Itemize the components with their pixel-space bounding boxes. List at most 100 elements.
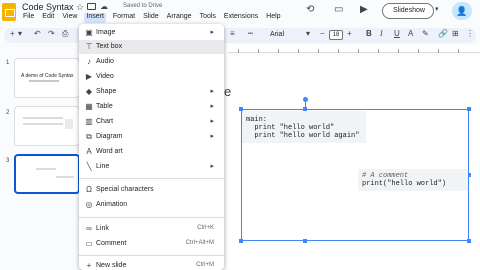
menu-help[interactable]: Help — [265, 13, 281, 23]
animation-icon: ◎ — [85, 200, 93, 209]
link-icon: ∞ — [86, 224, 92, 233]
menu-edit[interactable]: Edit — [41, 13, 55, 23]
menu-view[interactable]: View — [61, 13, 78, 23]
resize-handle[interactable] — [239, 239, 243, 243]
undo-icon[interactable]: ↶ — [34, 29, 41, 38]
decrease-size-icon[interactable]: − — [320, 29, 325, 38]
menu-item-video[interactable]: ▶ Video — [79, 70, 224, 84]
menu-slide[interactable]: Slide — [142, 13, 160, 23]
menu-item-link[interactable]: ∞ Link Ctrl+K — [79, 222, 224, 236]
thumbnail-line — [23, 117, 63, 119]
chevron-down-icon[interactable]: ▾ — [435, 5, 439, 13]
thumbnail-shape — [65, 119, 73, 129]
toolbar: + ▾ ↶ ↷ ⎙ ≡ ┅ Arial ▾ − 18 + B I U A ✎ 🔗… — [4, 28, 476, 43]
star-icon[interactable]: ☆ — [76, 2, 84, 13]
line-dash-icon[interactable]: ┅ — [248, 29, 253, 38]
resize-handle[interactable] — [303, 239, 307, 243]
redo-icon[interactable]: ↷ — [48, 29, 55, 38]
add-comment-icon[interactable]: ⊞ — [452, 29, 459, 38]
omega-icon: Ω — [86, 185, 92, 194]
more-icon[interactable]: ⋮ — [466, 29, 474, 38]
menu-insert[interactable]: Insert — [84, 13, 106, 23]
menu-item-textbox[interactable]: ⊤ Text box — [79, 40, 224, 54]
menubar: File Edit View Insert Format Slide Arran… — [22, 13, 282, 23]
slide-thumbnail[interactable] — [14, 106, 80, 146]
chevron-down-icon[interactable]: ▾ — [18, 29, 22, 38]
thumbnail-line — [23, 123, 63, 125]
video-call-icon[interactable]: ▶ — [360, 4, 368, 15]
print-icon[interactable]: ⎙ — [62, 29, 68, 39]
link-icon[interactable]: 🔗 — [438, 29, 448, 38]
horizontal-ruler[interactable] — [228, 45, 480, 53]
slideshow-button[interactable]: Slideshow — [382, 3, 434, 19]
underline-icon[interactable]: U — [394, 29, 400, 38]
slide-number: 1 — [6, 60, 10, 66]
menu-item-comment[interactable]: ▭ Comment Ctrl+Alt+M — [79, 237, 224, 251]
audio-icon: ♪ — [87, 57, 91, 66]
slide-number: 3 — [6, 158, 10, 164]
diagram-icon: ⧉ — [86, 132, 92, 141]
rotate-handle[interactable] — [303, 97, 308, 102]
slides-app: Code Syntax ☆ ☁ Saved to Drive File Edit… — [0, 0, 480, 270]
resize-handle[interactable] — [467, 239, 471, 243]
menu-item-special-characters[interactable]: Ω Special characters — [79, 183, 224, 197]
chevron-right-icon: ▸ — [210, 88, 214, 95]
menu-item-animation[interactable]: ◎ Animation — [79, 198, 224, 212]
image-icon: ▣ — [85, 28, 93, 37]
shortcut-label: Ctrl+M — [196, 262, 214, 268]
plus-icon: + — [86, 261, 92, 270]
increase-size-icon[interactable]: + — [347, 29, 352, 38]
wordart-icon: A — [86, 147, 92, 156]
highlight-icon[interactable]: ✎ — [422, 29, 429, 38]
bold-icon[interactable]: B — [366, 29, 372, 38]
menu-format[interactable]: Format — [112, 13, 136, 23]
share-button[interactable]: 👤 — [452, 2, 472, 20]
menu-item-table[interactable]: ▦ Table ▸ — [79, 100, 224, 114]
folder-icon[interactable] — [87, 3, 96, 10]
menu-item-audio[interactable]: ♪ Audio — [79, 55, 224, 69]
chevron-right-icon: ▸ — [210, 29, 214, 36]
menu-separator — [79, 255, 224, 256]
history-icon[interactable]: ⟲ — [306, 4, 314, 15]
menu-arrange[interactable]: Arrange — [166, 13, 193, 23]
menu-item-shape[interactable]: ◆ Shape ▸ — [79, 85, 224, 99]
menu-item-new-slide[interactable]: + New slide Ctrl+M — [79, 259, 224, 270]
slide-thumbnail-selected[interactable] — [14, 154, 80, 194]
menu-item-chart[interactable]: ▥ Chart ▸ — [79, 115, 224, 129]
resize-handle[interactable] — [467, 107, 471, 111]
menu-tools[interactable]: Tools — [199, 13, 217, 23]
chevron-down-icon[interactable]: ▾ — [306, 29, 310, 38]
menu-item-image[interactable]: ▣ Image ▸ — [79, 26, 224, 40]
menu-file[interactable]: File — [22, 13, 35, 23]
comment-icon: ▭ — [85, 239, 93, 248]
thumbnail-line — [36, 168, 56, 170]
save-status: Saved to Drive — [123, 3, 163, 9]
line-weight-icon[interactable]: ≡ — [230, 29, 235, 38]
slides-logo-icon[interactable] — [2, 3, 16, 21]
chevron-right-icon: ▸ — [210, 103, 214, 110]
text-color-icon[interactable]: A — [408, 29, 413, 38]
font-select[interactable]: Arial — [268, 29, 304, 41]
font-size-input[interactable]: 18 — [329, 30, 343, 40]
chevron-right-icon: ▸ — [210, 163, 214, 170]
slide-title[interactable]: e — [224, 84, 231, 99]
comment-icon[interactable]: ▭ — [334, 4, 343, 15]
slide-number: 2 — [6, 110, 10, 116]
shortcut-label: Ctrl+Alt+M — [185, 240, 214, 246]
italic-icon[interactable]: I — [380, 29, 383, 38]
filmstrip: 1 A demo of Code Syntax 2 3 — [0, 46, 80, 270]
thumbnail-subtitle — [29, 80, 59, 82]
menu-item-wordart[interactable]: A Word art — [79, 145, 224, 159]
new-slide-icon[interactable]: + — [10, 29, 15, 38]
header: Code Syntax ☆ ☁ Saved to Drive File Edit… — [0, 0, 480, 24]
menu-separator — [79, 178, 224, 179]
menu-item-diagram[interactable]: ⧉ Diagram ▸ — [79, 130, 224, 144]
chevron-right-icon: ▸ — [210, 118, 214, 125]
video-icon: ▶ — [85, 72, 93, 81]
document-title[interactable]: Code Syntax — [22, 2, 74, 12]
menu-extensions[interactable]: Extensions — [223, 13, 259, 23]
menu-item-line[interactable]: ╲ Line ▸ — [79, 160, 224, 174]
slide-thumbnail[interactable]: A demo of Code Syntax — [14, 58, 80, 98]
insert-menu: ▣ Image ▸ ⊤ Text box ♪ Audio ▶ Video ◆ S… — [79, 24, 224, 270]
cloud-icon[interactable]: ☁ — [100, 2, 108, 11]
